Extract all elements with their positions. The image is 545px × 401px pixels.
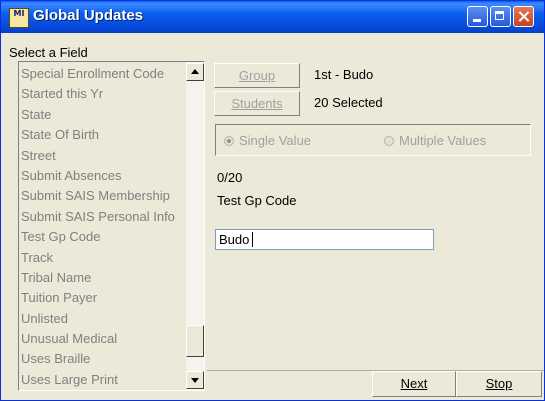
list-item[interactable]: Unlisted (21, 309, 185, 329)
progress-counter: 0/20 (217, 170, 243, 185)
scroll-up-arrow-icon[interactable] (186, 63, 204, 81)
stop-button[interactable]: Stop (456, 371, 542, 397)
minimize-button[interactable] (467, 6, 488, 27)
current-field-name: Test Gp Code (217, 193, 297, 208)
scroll-down-arrow-icon[interactable] (186, 371, 204, 389)
field-listbox[interactable]: Special Enrollment Code Started this Yr … (18, 61, 205, 391)
list-item[interactable]: State Of Birth (21, 125, 185, 145)
radio-checked-icon (224, 136, 234, 146)
list-item[interactable]: Uses Large Print (21, 370, 185, 390)
app-icon: MI (9, 8, 29, 28)
list-scrollbar[interactable] (186, 62, 204, 390)
value-mode-group: Single Value Multiple Values (215, 124, 531, 156)
next-button[interactable]: Next (372, 371, 456, 397)
list-item[interactable]: State (21, 105, 185, 125)
multiple-values-label: Multiple Values (399, 133, 487, 148)
field-list: Special Enrollment Code Started this Yr … (21, 64, 185, 390)
window-title: Global Updates (33, 7, 144, 24)
text-caret (252, 232, 253, 247)
select-field-label: Select a Field (9, 45, 88, 60)
list-item[interactable]: Tuition Payer (21, 288, 185, 308)
group-button[interactable]: Group (214, 63, 300, 88)
list-item[interactable]: Track (21, 248, 185, 268)
list-item[interactable]: Submit SAIS Membership (21, 186, 185, 206)
close-button[interactable] (513, 6, 534, 27)
group-value: 1st - Budo (314, 67, 374, 82)
students-value: 20 Selected (314, 95, 383, 110)
list-item[interactable]: Tribal Name (21, 268, 185, 288)
scroll-thumb[interactable] (186, 325, 204, 357)
list-item[interactable]: Submit Absences (21, 166, 185, 186)
radio-unchecked-icon (384, 136, 394, 146)
single-value-label: Single Value (239, 133, 312, 148)
list-item[interactable]: Started this Yr (21, 84, 185, 104)
title-bar[interactable]: MI Global Updates (1, 1, 544, 33)
global-updates-window: MI Global Updates Select a Field Special… (0, 0, 545, 401)
list-item[interactable]: Uses Braille (21, 349, 185, 369)
list-item[interactable]: Special Enrollment Code (21, 64, 185, 84)
single-value-option[interactable]: Single Value (224, 133, 311, 148)
students-button[interactable]: Students (214, 91, 300, 116)
list-item[interactable]: Submit SAIS Personal Info (21, 207, 185, 227)
list-item[interactable]: Test Gp Code (21, 227, 185, 247)
list-item[interactable]: Street (21, 146, 185, 166)
list-item[interactable]: Unusual Medical (21, 329, 185, 349)
maximize-button[interactable] (490, 6, 511, 27)
multiple-values-option[interactable]: Multiple Values (384, 133, 486, 148)
value-input[interactable] (215, 229, 434, 250)
